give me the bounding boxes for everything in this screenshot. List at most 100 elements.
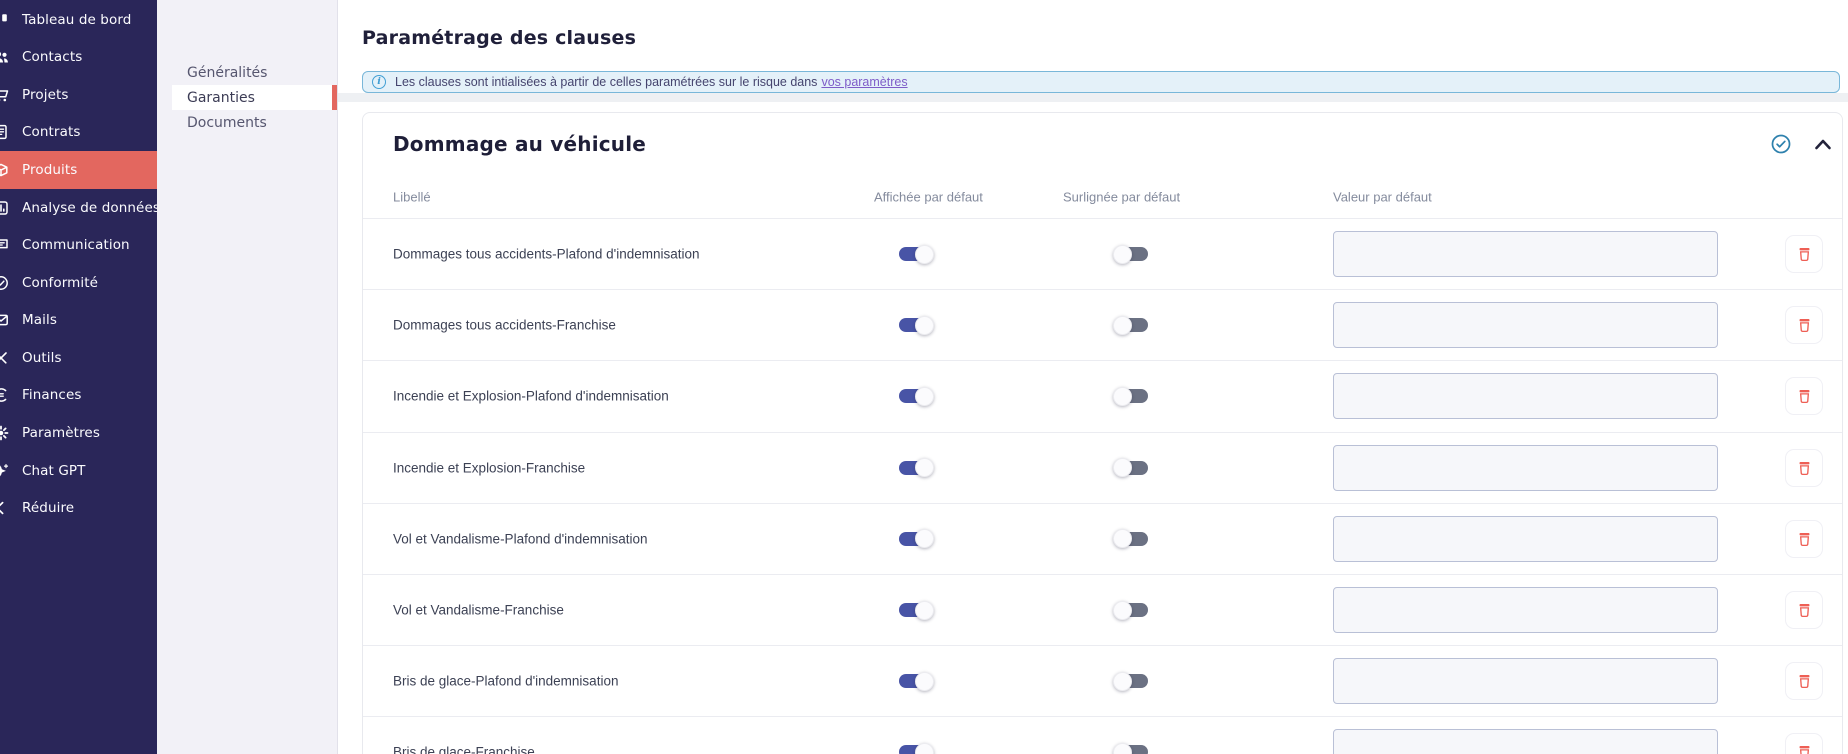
clause-row: Vol et Vandalisme-Plafond d'indemnisatio… [363, 504, 1842, 575]
chevron-up-icon[interactable] [1813, 136, 1833, 152]
sidebar-item-analyse-de-donn-es[interactable]: Analyse de données [0, 189, 157, 227]
trash-icon [1796, 743, 1813, 754]
sidebar-item-contacts[interactable]: Contacts [0, 39, 157, 77]
sidebar-item-label: Projets [22, 86, 69, 103]
clause-label: Bris de glace-Franchise [393, 744, 535, 754]
subnav-item-label: Généralités [187, 64, 268, 81]
sidebar-item-label: Produits [22, 162, 78, 179]
toggle-knob [915, 671, 934, 691]
highlighted-default-toggle[interactable] [1113, 458, 1148, 478]
clause-label: Bris de glace-Plafond d'indemnisation [393, 673, 619, 689]
highlighted-default-toggle[interactable] [1113, 600, 1148, 620]
sidebar-items: Tableau de bord Contacts Projets Contrat… [0, 1, 157, 527]
subnav-item-documents[interactable]: Documents [157, 110, 337, 135]
sidebar-item-mails[interactable]: Mails [0, 302, 157, 340]
delete-clause-button[interactable] [1785, 377, 1823, 416]
delete-clause-button[interactable] [1785, 448, 1823, 487]
displayed-default-toggle[interactable] [899, 742, 934, 754]
sidebar-item-conformit-[interactable]: Conformité [0, 264, 157, 302]
toggle-knob [1113, 244, 1132, 264]
section-title: Dommage au véhicule [393, 132, 647, 156]
sidebar-item-finances[interactable]: Finances [0, 377, 157, 415]
default-value-input[interactable] [1333, 302, 1718, 349]
displayed-default-toggle[interactable] [899, 600, 934, 620]
highlighted-default-toggle[interactable] [1113, 244, 1148, 264]
default-value-input[interactable] [1333, 444, 1718, 491]
clause-label: Vol et Vandalisme-Franchise [393, 602, 564, 618]
sidebar-item-produits[interactable]: Produits [0, 151, 157, 189]
info-banner: i Les clauses sont intialisées à partir … [362, 71, 1840, 93]
content-divider-strip [338, 93, 1848, 102]
sidebar-item-projets[interactable]: Projets [0, 76, 157, 114]
sidebar-item-label: Réduire [22, 500, 75, 517]
trash-icon [1796, 459, 1813, 477]
sidebar-item-r-duire[interactable]: Réduire [0, 489, 157, 527]
clause-row: Bris de glace-Plafond d'indemnisation [363, 646, 1842, 718]
guarantee-card: Dommage au véhicule Libellé Affichée par… [362, 112, 1843, 754]
sidebar-item-communication[interactable]: Communication [0, 226, 157, 264]
cart-icon [0, 87, 9, 103]
sidebar-item-chat-gpt[interactable]: Chat GPT [0, 452, 157, 490]
primary-sidebar: Tableau de bord Contacts Projets Contrat… [0, 0, 157, 754]
toggle-knob [1113, 742, 1132, 754]
sidebar-item-label: Conformité [22, 274, 99, 291]
delete-clause-button[interactable] [1785, 235, 1823, 274]
sidebar-item-contrats[interactable]: Contrats [0, 114, 157, 152]
displayed-default-toggle[interactable] [899, 458, 934, 478]
compliance-icon [0, 275, 9, 291]
default-value-input[interactable] [1333, 658, 1718, 705]
highlighted-default-toggle[interactable] [1113, 742, 1148, 754]
delete-clause-button[interactable] [1785, 662, 1823, 701]
default-value-input[interactable] [1333, 231, 1718, 278]
highlighted-default-toggle[interactable] [1113, 529, 1148, 549]
displayed-default-toggle[interactable] [899, 244, 934, 264]
sidebar-item-label: Analyse de données [22, 199, 157, 216]
dashboard-icon [0, 12, 9, 28]
default-value-input[interactable] [1333, 515, 1718, 562]
subnav-item-garanties[interactable]: Garanties [172, 85, 337, 110]
toggle-knob [1113, 600, 1132, 620]
toggle-knob [915, 529, 934, 549]
trash-icon [1796, 672, 1813, 690]
displayed-default-toggle[interactable] [899, 671, 934, 691]
mail-icon [0, 312, 9, 328]
secondary-sidebar: Généralités Garanties Documents [157, 0, 338, 754]
check-circle-icon[interactable] [1770, 133, 1792, 155]
subnav-item-g-n-ralit-s[interactable]: Généralités [157, 60, 337, 85]
sidebar-item-label: Paramètres [22, 424, 100, 441]
delete-clause-button[interactable] [1785, 519, 1823, 558]
highlighted-default-toggle[interactable] [1113, 671, 1148, 691]
chatgpt-icon [0, 463, 9, 479]
default-value-input[interactable] [1333, 587, 1718, 634]
clause-row: Incendie et Explosion-Plafond d'indemnis… [363, 361, 1842, 433]
vos-parametres-link[interactable]: vos paramètres [821, 75, 907, 89]
delete-clause-button[interactable] [1785, 306, 1823, 345]
default-value-input[interactable] [1333, 373, 1718, 420]
trash-icon [1796, 316, 1813, 334]
clause-label: Dommages tous accidents-Franchise [393, 317, 616, 333]
sidebar-item-tableau-de-bord[interactable]: Tableau de bord [0, 1, 157, 39]
clause-label: Incendie et Explosion-Franchise [393, 460, 586, 476]
delete-clause-button[interactable] [1785, 591, 1823, 630]
displayed-default-toggle[interactable] [899, 315, 934, 335]
toggle-knob [915, 244, 934, 264]
displayed-default-toggle[interactable] [899, 386, 934, 406]
delete-clause-button[interactable] [1785, 733, 1823, 754]
toggle-knob [1113, 529, 1132, 549]
displayed-default-toggle[interactable] [899, 529, 934, 549]
clause-row: Incendie et Explosion-Franchise [363, 433, 1842, 504]
info-banner-text: Les clauses sont intialisées à partir de… [395, 75, 818, 89]
toggle-knob [915, 315, 934, 335]
highlighted-default-toggle[interactable] [1113, 386, 1148, 406]
default-value-input[interactable] [1333, 729, 1718, 754]
sidebar-item-label: Tableau de bord [22, 11, 132, 28]
toggle-knob [915, 458, 934, 478]
sidebar-item-outils[interactable]: Outils [0, 339, 157, 377]
toggle-knob [1113, 458, 1132, 478]
collapse-icon [0, 500, 9, 516]
clause-row: Dommages tous accidents-Franchise [363, 290, 1842, 362]
sidebar-item-param-tres[interactable]: Paramètres [0, 414, 157, 452]
trash-icon [1796, 245, 1813, 263]
clause-label: Dommages tous accidents-Plafond d'indemn… [393, 246, 700, 262]
highlighted-default-toggle[interactable] [1113, 315, 1148, 335]
